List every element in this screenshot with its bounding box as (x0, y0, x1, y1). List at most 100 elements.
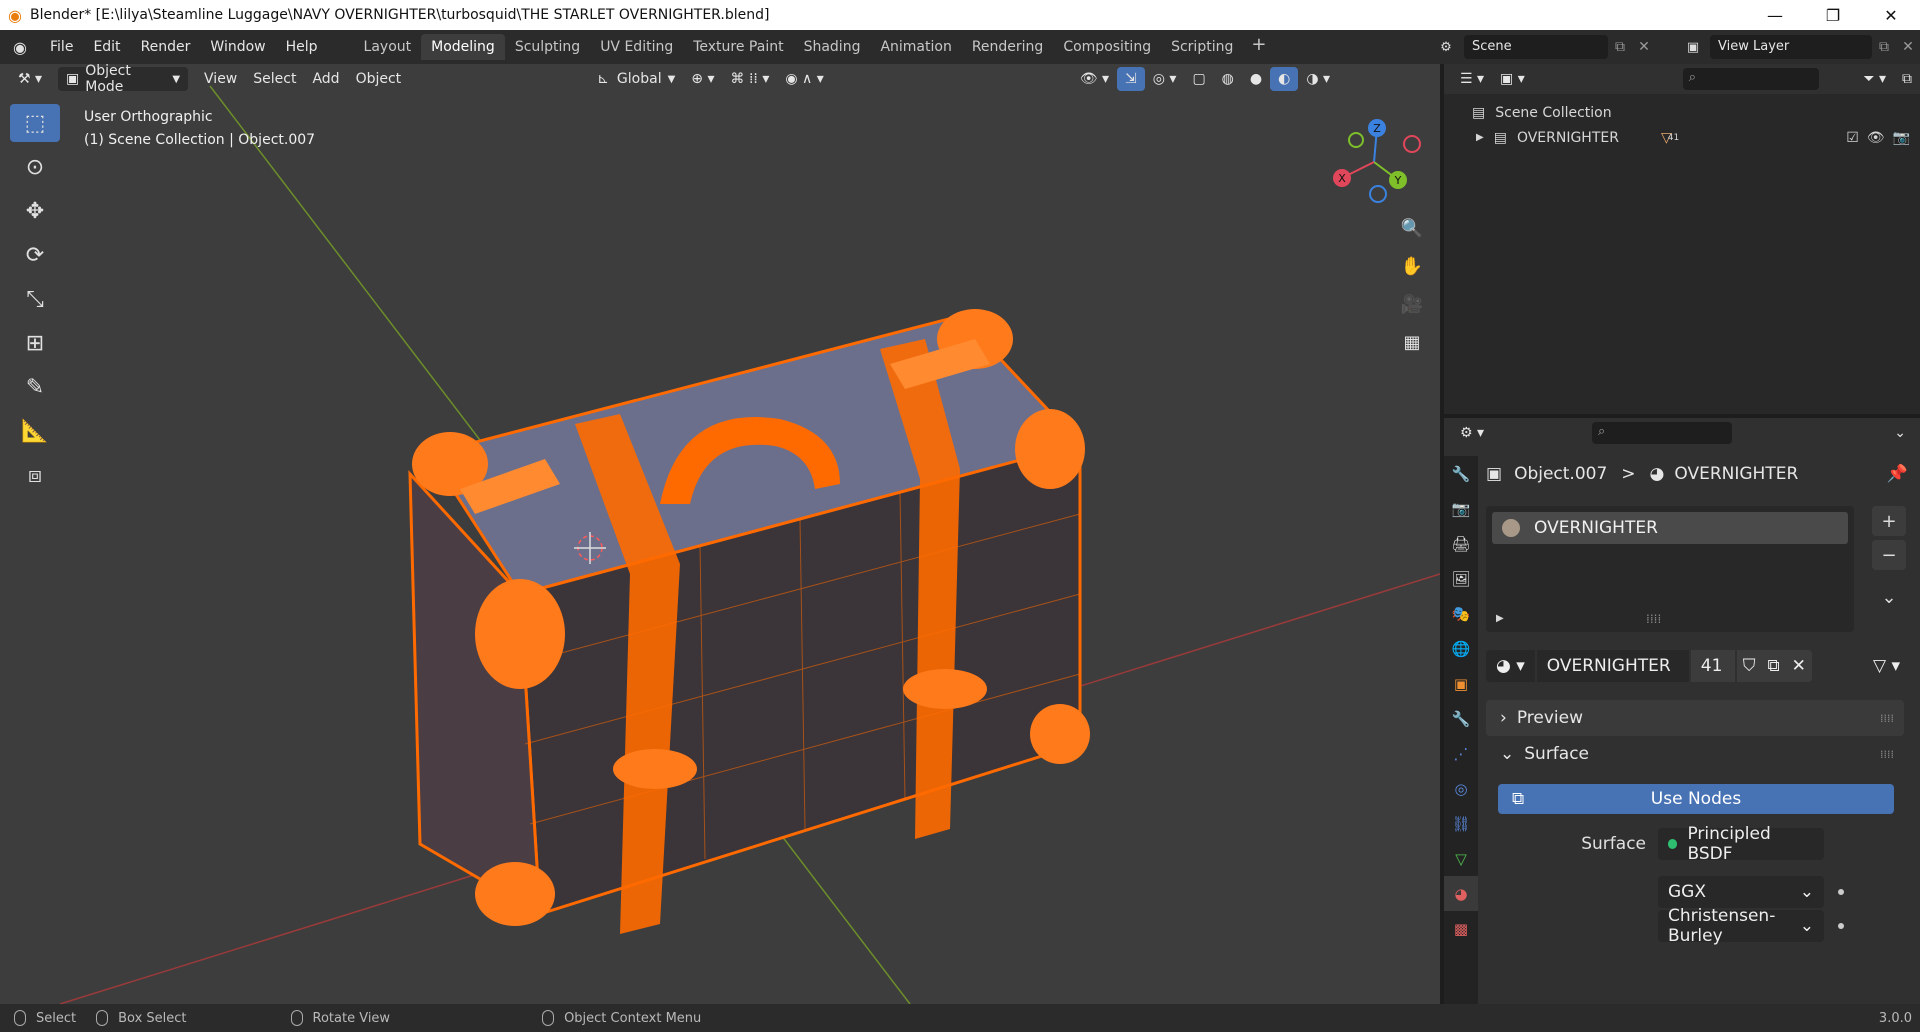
visibility-eye-icon[interactable]: 👁 (1867, 130, 1885, 146)
tab-layout[interactable]: Layout (354, 34, 422, 60)
subsurface-method-dropdown[interactable]: Christensen-Burley ⌄ (1658, 906, 1824, 946)
proportional-edit-icon[interactable]: ◉ ∧ ▾ (777, 67, 831, 91)
camera-icon[interactable]: 🎥 (1396, 288, 1428, 320)
pin-icon[interactable]: 📌 (1887, 464, 1908, 484)
restore-button[interactable]: ❐ (1804, 0, 1862, 30)
exclude-checkbox[interactable]: ☑ (1846, 130, 1859, 146)
view-layer-tab-icon[interactable]: 🖼 (1444, 561, 1478, 596)
blender-menu-icon[interactable]: ◉ (0, 38, 40, 57)
tab-texture-paint[interactable]: Texture Paint (683, 34, 793, 60)
shading-rendered-icon[interactable]: ◑ ▾ (1298, 67, 1338, 91)
tab-scripting[interactable]: Scripting (1161, 34, 1243, 60)
new-material-icon[interactable]: ⧉ (1761, 650, 1786, 682)
constraints-tab-icon[interactable]: ⛓ (1444, 806, 1478, 841)
shading-material-icon[interactable]: ◐ (1270, 67, 1299, 91)
view-layer-selector[interactable]: ▣ View Layer ⧉ ✕ (1676, 34, 1920, 60)
shading-wireframe-icon[interactable]: ◍ (1214, 67, 1242, 91)
menu-add[interactable]: Add (304, 67, 347, 91)
select-box-tool-icon[interactable]: ⬚ (10, 104, 60, 142)
expand-arrow-icon[interactable]: ▶ (1476, 132, 1484, 143)
scene-selector[interactable]: ⚙ Scene ⧉ ✕ (1428, 34, 1656, 60)
data-tab-icon[interactable]: ▽ (1444, 841, 1478, 876)
zoom-icon[interactable]: 🔍 (1396, 212, 1428, 244)
object-tab-icon[interactable]: ▣ (1444, 666, 1478, 701)
menu-window[interactable]: Window (200, 39, 275, 55)
measure-tool-icon[interactable]: 📐 (10, 412, 60, 450)
rotate-tool-icon[interactable]: ⟳ (10, 236, 60, 274)
view-layer-name[interactable]: View Layer (1710, 35, 1872, 59)
transform-tool-icon[interactable]: ⊞ (10, 324, 60, 362)
visibility-icon[interactable]: 👁 ▾ (1072, 67, 1117, 91)
preview-panel-header[interactable]: › Preview ⁞⁞⁞⁞ (1486, 700, 1904, 736)
pivot-icon[interactable]: ⊕ ▾ (683, 67, 722, 91)
add-slot-button[interactable]: + (1872, 506, 1906, 536)
menu-view[interactable]: View (196, 67, 245, 91)
particles-tab-icon[interactable]: ⋰ (1444, 736, 1478, 771)
fake-user-shield-icon[interactable]: ⛉ (1736, 650, 1762, 682)
properties-options-icon[interactable]: ⌄ (1886, 421, 1914, 445)
overlay-toggle-icon[interactable]: ◎ ▾ (1145, 67, 1185, 91)
material-name-field[interactable]: OVERNIGHTER (1536, 650, 1689, 682)
menu-edit[interactable]: Edit (83, 39, 130, 55)
editor-type-icon[interactable]: ⚒ ▾ (10, 67, 50, 91)
3d-viewport[interactable]: ⚒ ▾ ▣ Object Mode ▼ View Select Add Obje… (0, 64, 1440, 1004)
display-mode-icon[interactable]: ▣ ▾ (1492, 67, 1533, 91)
tab-sculpting[interactable]: Sculpting (505, 34, 590, 60)
material-tab-icon[interactable]: ◕ (1444, 876, 1478, 911)
tab-compositing[interactable]: Compositing (1053, 34, 1161, 60)
menu-help[interactable]: Help (276, 39, 328, 55)
drag-handle-icon[interactable]: ⁞⁞⁞⁞ (1880, 748, 1894, 761)
menu-object[interactable]: Object (348, 67, 410, 91)
modifier-tab-icon[interactable]: 🔧 (1444, 701, 1478, 736)
scene-name[interactable]: Scene (1464, 35, 1608, 59)
menu-select[interactable]: Select (245, 67, 304, 91)
tab-rendering[interactable]: Rendering (962, 34, 1054, 60)
link-mode-icon[interactable]: ▽ ▾ (1863, 650, 1910, 682)
annotate-tool-icon[interactable]: ✎ (10, 368, 60, 406)
browse-material-button[interactable]: ◕ ▾ (1486, 650, 1535, 682)
tab-modeling[interactable]: Modeling (421, 34, 505, 60)
tab-shading[interactable]: Shading (794, 34, 871, 60)
unlink-material-icon[interactable]: ✕ (1785, 650, 1812, 682)
socket-dot-icon[interactable] (1838, 923, 1844, 929)
move-tool-icon[interactable]: ✥ (10, 192, 60, 230)
snap-icon[interactable]: ⌘ ⁞⁞ ▾ (723, 67, 778, 91)
outliner-row-scene-collection[interactable]: ▤ Scene Collection (1444, 100, 1920, 125)
remove-view-layer-icon[interactable]: ✕ (1896, 39, 1920, 55)
user-count[interactable]: 41 (1690, 650, 1735, 682)
navigation-gizmo[interactable]: Z Y X (1324, 112, 1424, 212)
surface-shader-dropdown[interactable]: Principled BSDF (1658, 824, 1824, 864)
minimize-button[interactable]: — (1746, 0, 1804, 30)
orientation-dropdown[interactable]: ⊾ Global ▼ (589, 67, 683, 91)
world-tab-icon[interactable]: 🌐 (1444, 631, 1478, 666)
remove-scene-icon[interactable]: ✕ (1632, 39, 1656, 55)
close-button[interactable]: ✕ (1862, 0, 1920, 30)
use-nodes-button[interactable]: ⧉ Use Nodes (1498, 784, 1894, 814)
copy-scene-icon[interactable]: ⧉ (1608, 39, 1632, 55)
socket-dot-icon[interactable] (1838, 889, 1844, 895)
resize-handle-icon[interactable]: ⁞⁞⁞⁞ (1646, 612, 1661, 626)
scene-tab-icon[interactable]: 🎭 (1444, 596, 1478, 631)
output-tab-icon[interactable]: 🖨 (1444, 526, 1478, 561)
surface-panel-header[interactable]: ⌄ Surface ⁞⁞⁞⁞ (1486, 736, 1904, 772)
outliner-editor-icon[interactable]: ☰ ▾ (1452, 67, 1492, 91)
properties-search-input[interactable]: ⌕ (1592, 422, 1733, 444)
physics-tab-icon[interactable]: ◎ (1444, 771, 1478, 806)
add-cube-tool-icon[interactable]: ⧈ (10, 456, 60, 494)
outliner-search-input[interactable]: ⌕ (1682, 68, 1819, 90)
remove-slot-button[interactable]: − (1872, 540, 1906, 570)
add-workspace-button[interactable]: + (1243, 34, 1274, 60)
material-slot-item[interactable]: OVERNIGHTER (1492, 512, 1848, 544)
texture-tab-icon[interactable]: ▩ (1444, 911, 1478, 946)
distribution-dropdown[interactable]: GGX ⌄ (1658, 876, 1824, 908)
render-tab-icon[interactable]: 📷 (1444, 491, 1478, 526)
slot-specials-icon[interactable]: ⌄ (1872, 582, 1906, 612)
grid-view-icon[interactable]: ▦ (1396, 326, 1428, 358)
xray-icon[interactable]: ▢ (1184, 67, 1213, 91)
mode-dropdown[interactable]: ▣ Object Mode ▼ (58, 64, 189, 95)
menu-render[interactable]: Render (131, 39, 201, 55)
tab-uv-editing[interactable]: UV Editing (590, 34, 683, 60)
tool-tab-icon[interactable]: 🔧 (1444, 456, 1478, 491)
shading-solid-icon[interactable]: ● (1242, 67, 1270, 91)
scale-tool-icon[interactable]: ⤡ (10, 280, 60, 318)
